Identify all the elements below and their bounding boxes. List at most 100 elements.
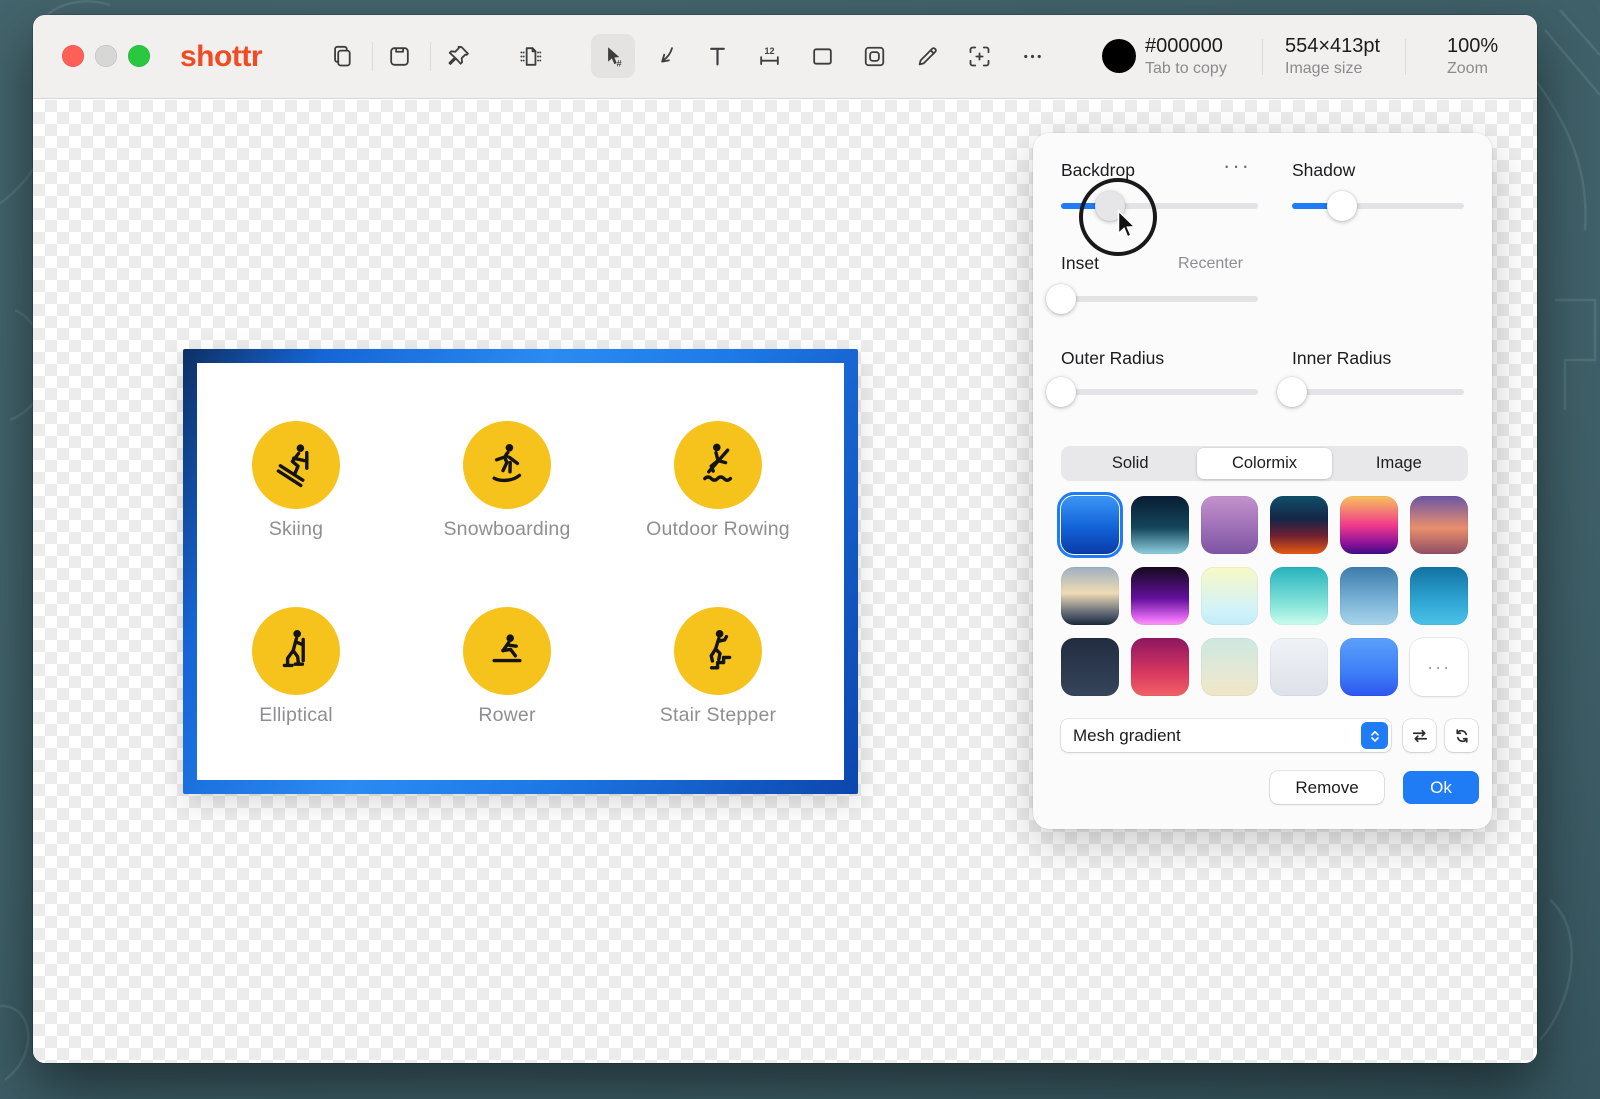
activity-circle (252, 421, 340, 509)
gradient-swatch[interactable] (1410, 496, 1468, 554)
gradient-swatch[interactable] (1270, 567, 1329, 625)
editor-canvas[interactable]: Skiing Snowboarding Outdoor Rowing Ellip… (33, 100, 1537, 1063)
tab-solid[interactable]: Solid (1063, 448, 1197, 479)
slider-knob[interactable] (1277, 377, 1307, 407)
inset-label: Inset (1061, 253, 1099, 273)
more-gradients-button[interactable]: ··· (1410, 638, 1468, 696)
more-gradients-dots: ··· (1427, 656, 1452, 677)
svg-text:#: # (616, 58, 621, 68)
fill-mode-tabs: Solid Colormix Image (1061, 446, 1468, 481)
screenshot-content: Skiing Snowboarding Outdoor Rowing Ellip… (197, 363, 844, 780)
skiing-icon (276, 444, 309, 488)
slider-track[interactable] (1061, 389, 1258, 395)
gradient-swatch[interactable] (1270, 496, 1329, 554)
backdrop-settings-panel: Backdrop ··· Shadow Inset Recenter Outer… (1033, 133, 1492, 829)
gradient-type-select[interactable]: Mesh gradient (1061, 719, 1391, 752)
ok-button[interactable]: Ok (1403, 771, 1479, 804)
shadow-label: Shadow (1292, 160, 1356, 180)
activity-circle (252, 607, 340, 695)
activity-tile-rower: Rower (417, 607, 597, 727)
slider-track[interactable] (1292, 203, 1464, 209)
more-tools-button[interactable] (1010, 34, 1054, 78)
gradient-swatch[interactable] (1340, 567, 1399, 625)
activity-label: Elliptical (259, 704, 333, 726)
gradient-swatch-grid: ··· (1056, 491, 1468, 696)
activity-tile-snowboarding: Snowboarding (417, 421, 597, 541)
gradient-swatch[interactable] (1130, 638, 1189, 696)
rectangle-tool-button[interactable] (800, 34, 844, 78)
pin-tool-button[interactable] (436, 34, 480, 78)
traffic-minimize-button[interactable] (95, 45, 117, 67)
toolbar-divider (1262, 39, 1263, 75)
activity-circle (674, 421, 762, 509)
activity-label: Skiing (268, 518, 324, 540)
toolbar: shottr # 12 #000000 Tab to copy 554×413p… (33, 15, 1537, 99)
toolbar-divider (1405, 39, 1406, 75)
gradient-swatch[interactable] (1200, 496, 1259, 554)
screenshot-image[interactable]: Skiing Snowboarding Outdoor Rowing Ellip… (183, 349, 858, 794)
slider-knob[interactable] (1095, 191, 1126, 221)
slider-track[interactable] (1061, 203, 1258, 209)
gradient-swatch[interactable] (1056, 491, 1124, 559)
measure-tool-icon: 12 (759, 45, 779, 65)
gradient-swatch[interactable] (1340, 638, 1399, 696)
pin-icon (447, 45, 469, 65)
recenter-button[interactable]: Recenter (1178, 255, 1243, 273)
crop-tool-icon (969, 46, 989, 66)
frame-tool-button[interactable] (852, 34, 896, 78)
tab-colormix[interactable]: Colormix (1197, 448, 1332, 479)
shuffle-gradient-button[interactable] (1445, 719, 1478, 752)
traffic-close-button[interactable] (62, 45, 84, 67)
inner-radius-slider[interactable] (1277, 376, 1464, 408)
activity-circle (463, 607, 551, 695)
save-tool-button[interactable] (377, 34, 421, 78)
gradient-swatch[interactable] (1061, 638, 1119, 696)
activity-tile-elliptical: Elliptical (206, 607, 386, 727)
swap-gradient-button[interactable] (1403, 719, 1436, 752)
slider-track[interactable] (1292, 389, 1464, 395)
gradient-swatch[interactable] (1270, 638, 1329, 696)
backdrop-tool-button[interactable] (508, 34, 552, 78)
gradient-swatch[interactable] (1130, 567, 1189, 625)
slider-track[interactable] (1061, 296, 1258, 302)
color-copy-hint: Tab to copy (1145, 60, 1227, 77)
gradient-swatch[interactable] (1130, 496, 1189, 554)
activity-tile-stair-stepper: Stair Stepper (628, 607, 808, 727)
gradient-type-value: Mesh gradient (1073, 725, 1181, 745)
copy-icon (333, 45, 351, 66)
color-hex-value[interactable]: #000000 (1145, 35, 1223, 58)
rower-icon (492, 634, 522, 663)
gradient-swatch[interactable] (1340, 496, 1399, 554)
gradient-swatch[interactable] (1410, 567, 1468, 625)
zoom-value[interactable]: 100% (1447, 35, 1498, 58)
crop-tool-button[interactable] (957, 34, 1001, 78)
slider-knob[interactable] (1326, 191, 1357, 221)
pencil-tool-button[interactable] (905, 34, 949, 78)
gradient-swatch[interactable] (1200, 567, 1259, 625)
activity-circle (674, 607, 762, 695)
slider-knob[interactable] (1046, 284, 1076, 314)
tab-image[interactable]: Image (1332, 448, 1466, 479)
inset-slider[interactable] (1046, 283, 1258, 315)
slider-knob[interactable] (1046, 377, 1076, 407)
copy-tool-button[interactable] (320, 34, 364, 78)
more-tools-icon (1023, 54, 1041, 58)
outer-radius-label: Outer Radius (1061, 348, 1165, 368)
outdoor-rowing-icon (703, 443, 733, 482)
outer-radius-slider[interactable] (1046, 376, 1258, 408)
shadow-slider[interactable] (1292, 190, 1464, 222)
activity-tile-outdoor-rowing: Outdoor Rowing (628, 421, 808, 541)
select-tool-button[interactable]: # (591, 34, 635, 78)
traffic-zoom-button[interactable] (128, 45, 150, 67)
backdrop-menu-button[interactable]: ··· (1223, 153, 1251, 179)
text-tool-button[interactable] (695, 34, 739, 78)
remove-button[interactable]: Remove (1270, 771, 1384, 804)
gradient-swatch[interactable] (1061, 567, 1119, 625)
measure-tool-button[interactable]: 12 (747, 34, 791, 78)
color-indicator-swatch[interactable] (1102, 39, 1136, 73)
backdrop-slider[interactable] (1061, 190, 1258, 222)
arrow-tool-icon (660, 46, 673, 63)
arrow-tool-button[interactable] (643, 34, 687, 78)
gradient-swatch[interactable] (1200, 638, 1259, 696)
refresh-icon (1455, 728, 1468, 743)
